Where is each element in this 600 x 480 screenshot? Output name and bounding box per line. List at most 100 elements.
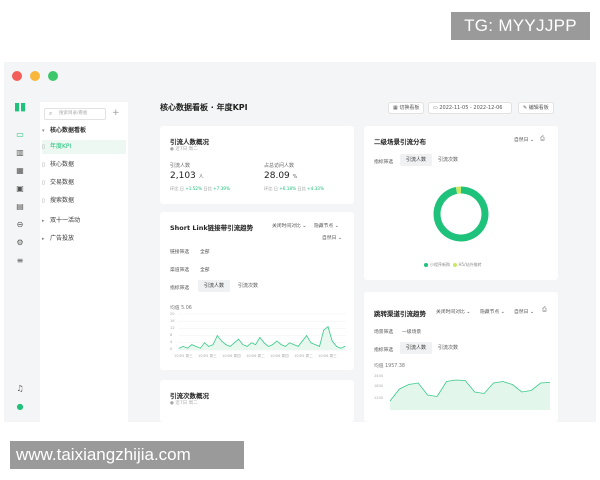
y-tick: 16 — [170, 319, 175, 323]
minimize-window-button[interactable] — [30, 71, 40, 81]
image-icon[interactable]: ▣ — [15, 184, 25, 194]
trend-point — [229, 346, 231, 347]
edit-board-button[interactable]: ✎ 编辑看板 — [518, 102, 554, 114]
foot-label: 日比 — [203, 186, 212, 191]
card-visit-count: 引流次数概况 ● 近7日 周二 — [160, 380, 354, 422]
time-compare-dropdown[interactable]: 关闭时间对比 ⌄ — [436, 308, 470, 315]
granularity-dropdown[interactable]: 自然日 ⌄ — [514, 308, 534, 315]
trend-point — [289, 342, 291, 344]
hide-node-dropdown[interactable]: 隐藏节点 ⌄ — [314, 222, 339, 229]
document-icon[interactable]: ▤ — [15, 202, 25, 212]
bar-chart-icon[interactable]: ▥ — [15, 148, 25, 158]
date-end: 2022-12-06 — [473, 105, 503, 111]
nav-label: 核心数据 — [50, 161, 75, 168]
tab-visitors[interactable]: 引流人数 — [400, 342, 433, 354]
average-label: 均值 5.06 — [170, 306, 192, 311]
foot-label: 日比 — [297, 186, 306, 191]
main-content: 核心数据看板 · 年度KPI ▦ 切换看板 ▭ 2022-11-05 - 202… — [136, 90, 596, 422]
y-tick: 1200 — [374, 396, 384, 400]
card-title: 二级场景引流分布 — [374, 138, 426, 146]
database-icon[interactable]: ≡ — [15, 256, 25, 266]
kpi-unit: % — [292, 174, 298, 180]
trend-point — [297, 346, 299, 347]
tab-visits[interactable]: 引流次数 — [432, 342, 464, 354]
trend-point — [314, 344, 316, 345]
foot-value: +7.39% — [213, 186, 230, 191]
hide-node-dropdown[interactable]: 隐藏节点 ⌄ — [480, 308, 505, 315]
trend-point — [195, 346, 197, 347]
export-icon[interactable]: ⎙ — [542, 306, 547, 314]
app-window: ▮▮ ▭ ▥ ▦ ▣ ▤ ⊖ ⚙ ≡ ♫ ● ⌕ 搜索目录/看板 + ▾ 核心数据… — [4, 62, 596, 422]
foot-label: 环比 日 — [264, 186, 278, 191]
kpi-label: 引流人数 — [170, 163, 191, 169]
settings-icon[interactable]: ⚙ — [15, 238, 25, 248]
minus-circle-icon[interactable]: ⊖ — [15, 220, 25, 230]
trend-point — [225, 344, 227, 345]
add-icon[interactable]: + — [112, 108, 120, 118]
trend-point — [246, 346, 248, 347]
donut-slice — [433, 186, 489, 242]
trend-point — [344, 346, 346, 347]
x-tick: 10/06 周三 — [318, 354, 337, 358]
trend-point — [302, 340, 303, 342]
dropdown-label: 关闭时间对比 — [436, 310, 465, 315]
chevron-down-icon: ⌄ — [500, 310, 505, 315]
kpi-value: 28.09 % — [264, 171, 297, 181]
scene-filter-select[interactable]: 一级场景 — [402, 328, 421, 335]
dropdown-label: 自然日 — [322, 236, 337, 241]
user-icon[interactable]: ● — [15, 402, 25, 412]
channel-filter-select[interactable]: 全部 — [200, 266, 210, 273]
trend-point — [216, 335, 218, 336]
watermark-bottom: www.taixiangzhijia.com — [10, 441, 244, 469]
link-filter-select[interactable]: 全部 — [200, 248, 210, 255]
dashboard-icon[interactable]: ▭ — [15, 130, 25, 140]
trend-area — [179, 326, 345, 350]
chevron-down-icon: ⌄ — [466, 310, 471, 315]
trend-point — [255, 344, 257, 345]
date-range-picker[interactable]: ▭ 2022-11-05 - 2022-12-06 — [428, 102, 512, 114]
granularity-dropdown[interactable]: 自然日 ⌄ — [322, 234, 342, 241]
button-label: 编辑看板 — [528, 105, 549, 111]
trend-point — [250, 342, 252, 344]
page-title: 核心数据看板 · 年度KPI — [160, 103, 248, 112]
tab-visits[interactable]: 引流次数 — [432, 154, 464, 166]
y-tick: 8 — [170, 333, 173, 337]
legend-swatch — [452, 263, 457, 267]
nav-item-search-data[interactable]: ▯ 搜索数据 — [42, 194, 126, 208]
nav-group-double11[interactable]: ▸ 双十一活动 — [42, 214, 126, 228]
trend-point — [285, 346, 286, 347]
x-tick: 10/06 周四 — [222, 354, 241, 358]
export-icon[interactable]: ⎙ — [540, 135, 545, 143]
y-tick: 12 — [170, 326, 175, 330]
x-tick: 10/05 周三 — [174, 354, 193, 358]
trend-point — [204, 342, 205, 344]
granularity-dropdown[interactable]: 自然日 ⌄ — [514, 136, 534, 143]
time-compare-dropdown[interactable]: 关闭时间对比 ⌄ — [272, 222, 306, 229]
icon-rail: ▮▮ ▭ ▥ ▦ ▣ ▤ ⊖ ⚙ ≡ ♫ ● — [8, 96, 32, 422]
filter-label: 链接筛选 — [170, 250, 190, 255]
nav-label: 搜索数据 — [50, 197, 75, 204]
legend-label: H5/站外推转 — [458, 262, 482, 267]
nav-item-trade-data[interactable]: ▯ 交易数据 — [42, 176, 126, 190]
foot-value: +6.18% — [279, 186, 297, 191]
grid-icon[interactable]: ▦ — [15, 166, 25, 176]
x-tick: 10/05 周三 — [198, 354, 217, 358]
nav-group-ads[interactable]: ▸ 广告投放 — [42, 232, 126, 246]
kpi-footer: 环比 日 +6.18% 日比 +4.33% — [264, 186, 324, 192]
trend-point — [238, 338, 239, 340]
tab-visitors[interactable]: 引流人数 — [400, 154, 433, 166]
switch-board-button[interactable]: ▦ 切换看板 — [388, 102, 425, 114]
trend-point — [340, 347, 342, 349]
nav-item-core-data[interactable]: ▯ 核心数据 — [42, 158, 126, 172]
search-input[interactable]: ⌕ 搜索目录/看板 — [44, 108, 106, 120]
tab-visitors[interactable]: 引流人数 — [198, 280, 231, 292]
x-tick: 10/06 周四 — [270, 354, 289, 358]
trend-point — [178, 347, 180, 349]
nav-group-core[interactable]: ▾ 核心数据看板 — [42, 124, 126, 138]
notification-icon[interactable]: ♫ — [15, 384, 25, 394]
maximize-window-button[interactable] — [48, 71, 58, 81]
tab-visits[interactable]: 引流次数 — [232, 280, 264, 292]
trend-point — [331, 340, 333, 342]
close-window-button[interactable] — [12, 71, 22, 81]
nav-item-annual-kpi[interactable]: ▯ 年度KPI — [42, 140, 126, 154]
